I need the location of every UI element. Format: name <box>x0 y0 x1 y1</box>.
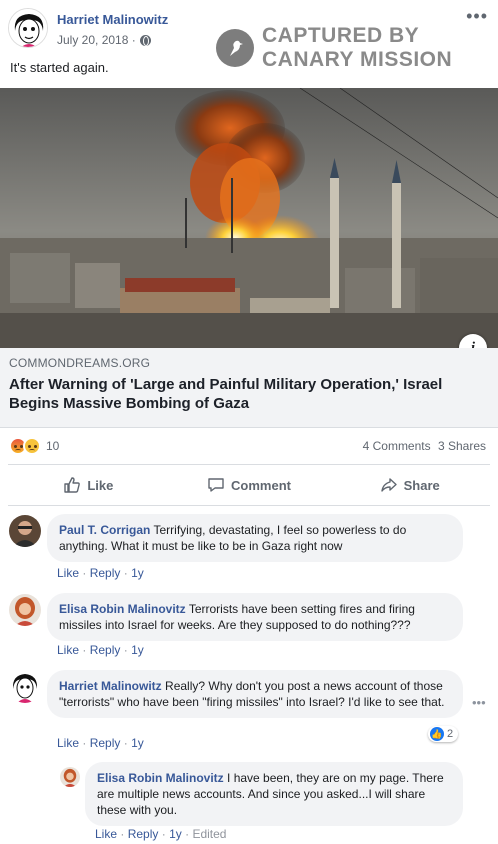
link-preview-box[interactable]: COMMONDREAMS.ORG After Warning of 'Large… <box>0 348 498 428</box>
reply-avatar[interactable] <box>60 767 80 787</box>
thumbs-up-icon <box>64 477 81 493</box>
reply-bubble: Elisa Robin Malinovitz I have been, they… <box>85 762 463 826</box>
comment-icon <box>208 478 224 492</box>
post-date[interactable]: July 20, 2018 · <box>57 33 136 47</box>
comment-like-badge[interactable]: 👍 2 <box>428 726 459 742</box>
reply-like-link[interactable]: Like <box>95 827 117 841</box>
comment-options-icon[interactable]: ••• <box>472 695 486 710</box>
comment-like-link[interactable]: Like <box>57 643 79 657</box>
globe-icon <box>139 34 151 46</box>
reply-author[interactable]: Elisa Robin Malinovitz <box>97 771 224 785</box>
like-button[interactable]: Like <box>8 465 169 505</box>
comment-author[interactable]: Elisa Robin Malinovitz <box>59 602 186 616</box>
reply-time[interactable]: 1y <box>169 827 182 841</box>
watermark-text: CAPTURED BY CANARY MISSION <box>262 24 452 72</box>
post-stats: 10 4 Comments 3 Shares <box>0 428 498 464</box>
author-avatar[interactable] <box>8 8 48 48</box>
comment-author[interactable]: Paul T. Corrigan <box>59 523 150 537</box>
like-label: Like <box>87 477 114 493</box>
link-preview-image[interactable]: i <box>0 88 498 348</box>
like-reaction-icon: 👍 <box>430 727 444 741</box>
share-label: Share <box>403 477 440 493</box>
comment-like-count: 2 <box>447 728 454 740</box>
comment-button[interactable]: Comment <box>169 465 330 505</box>
comment-footer: Like · Reply · 1y <box>57 643 144 657</box>
edited-label[interactable]: Edited <box>192 827 226 841</box>
comments-count[interactable]: 4 Comments <box>363 439 431 453</box>
watermark-line-2: CANARY MISSION <box>262 48 453 71</box>
commenter-avatar[interactable] <box>9 594 41 626</box>
share-icon <box>380 478 397 492</box>
comment-bubble: Harriet Malinowitz Really? Why don't you… <box>47 670 463 718</box>
reaction-count: 10 <box>46 439 60 453</box>
canary-mission-watermark: CAPTURED BY CANARY MISSION <box>216 24 452 72</box>
commenter-avatar[interactable] <box>9 515 41 547</box>
comment-reply-link[interactable]: Reply <box>90 566 121 580</box>
share-button[interactable]: Share <box>329 465 490 505</box>
comment-author[interactable]: Harriet Malinowitz <box>59 679 162 693</box>
comment-label: Comment <box>231 477 291 493</box>
post-actions: Like Comment Share <box>8 464 490 506</box>
reactions-summary[interactable]: 10 <box>9 437 59 455</box>
link-domain: COMMONDREAMS.ORG <box>9 356 151 370</box>
comment-bubble: Paul T. Corrigan Terrifying, devastating… <box>47 514 463 562</box>
comment-footer: Like · Reply · 1y <box>57 736 144 750</box>
reply-footer: Like · Reply · 1y · Edited <box>95 827 227 841</box>
post-text: It's started again. <box>10 60 109 75</box>
sad-reaction-icon <box>23 437 41 455</box>
commenter-avatar[interactable] <box>9 671 41 703</box>
comment-time[interactable]: 1y <box>131 643 144 657</box>
comment-bubble: Elisa Robin Malinovitz Terrorists have b… <box>47 593 463 641</box>
reply-reply-link[interactable]: Reply <box>128 827 159 841</box>
post-author-name[interactable]: Harriet Malinowitz <box>57 12 168 27</box>
canary-bird-icon <box>216 29 254 67</box>
shares-count[interactable]: 3 Shares <box>438 439 486 453</box>
comment-reply-link[interactable]: Reply <box>90 643 121 657</box>
watermark-line-1: CAPTURED BY <box>262 24 420 47</box>
more-options-icon[interactable]: ••• <box>466 6 488 27</box>
comment-time[interactable]: 1y <box>131 736 144 750</box>
comment-time[interactable]: 1y <box>131 566 144 580</box>
post-meta: July 20, 2018 · <box>57 33 151 47</box>
comment-footer: Like · Reply · 1y <box>57 566 144 580</box>
engagement-counts: 4 Comments 3 Shares <box>359 439 486 453</box>
comment-reply-link[interactable]: Reply <box>90 736 121 750</box>
comment-like-link[interactable]: Like <box>57 566 79 580</box>
link-title[interactable]: After Warning of 'Large and Painful Mili… <box>9 375 489 413</box>
comment-like-link[interactable]: Like <box>57 736 79 750</box>
